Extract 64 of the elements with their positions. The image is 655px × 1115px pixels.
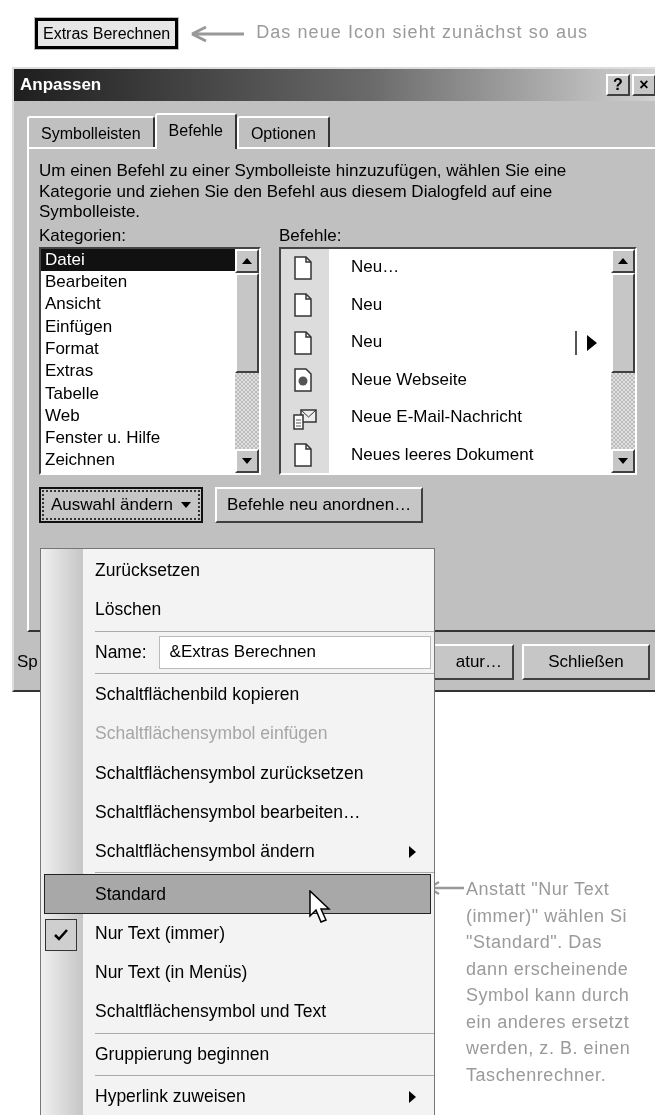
tab[interactable]: Optionen — [236, 116, 330, 148]
field-label: Name: — [95, 641, 147, 663]
list-label: Befehle: — [279, 226, 343, 247]
up-arrow-icon — [241, 256, 253, 265]
list-item[interactable]: Neu — [329, 332, 575, 353]
list-item[interactable]: Zeichnen — [41, 449, 235, 472]
submenu-arrow-icon — [409, 1090, 416, 1103]
menu-item[interactable]: Standard — [44, 874, 431, 914]
menu-item[interactable]: Zurücksetzen — [41, 551, 434, 591]
list-item[interactable]: Datei — [41, 248, 235, 272]
list-item[interactable]: Web — [41, 404, 235, 428]
menu-item[interactable]: Schaltflächensymbol und Text — [41, 992, 434, 1032]
checkbox[interactable] — [45, 918, 77, 951]
menu-item[interactable]: Schaltflächensymbol ändern — [41, 832, 434, 872]
menu-item[interactable]: Gruppierung beginnen — [41, 1034, 434, 1074]
list-item[interactable]: Neu… — [329, 257, 611, 278]
tab[interactable]: Befehle — [154, 113, 237, 150]
scrollbar[interactable] — [611, 248, 635, 473]
dropdown-button[interactable]: Auswahl ändern — [39, 486, 203, 524]
up-arrow-icon — [617, 256, 629, 265]
button[interactable]: Befehle neu anordnen… — [214, 486, 424, 524]
help-button[interactable]: ? — [606, 74, 630, 97]
menu-item[interactable]: Löschen — [41, 590, 434, 630]
list-label: Kategorien: — [39, 226, 127, 247]
list-item[interactable]: Einfügen — [41, 315, 235, 338]
list-item[interactable]: Ansicht — [41, 293, 235, 316]
scroll-down-button[interactable] — [611, 448, 635, 473]
tab[interactable]: Symbolleisten — [27, 116, 155, 148]
menu-item[interactable]: Schaltflächensymbol zurücksetzen — [41, 753, 434, 793]
list-item[interactable]: Fenster u. Hilfe — [41, 427, 235, 450]
down-arrow-icon — [241, 456, 253, 465]
scrollbar[interactable] — [235, 248, 259, 473]
scroll-up-button[interactable] — [235, 248, 259, 273]
name-field[interactable]: &Extras Berechnen — [158, 635, 431, 669]
scroll-up-button[interactable] — [611, 248, 635, 273]
scroll-down-button[interactable] — [235, 448, 259, 473]
list-item[interactable]: Extras — [41, 360, 235, 383]
list-item[interactable]: Format — [41, 337, 235, 361]
menu-item[interactable]: Schaltflächensymbol bearbeiten… — [41, 792, 434, 833]
list-item[interactable]: Neu — [329, 294, 611, 316]
submenu-arrow-icon — [587, 334, 597, 351]
checkmark-icon — [54, 928, 68, 941]
close-dialog-button[interactable]: Schließen — [522, 644, 650, 681]
down-arrow-icon — [617, 456, 629, 465]
cursor-icon — [309, 890, 331, 924]
list-item[interactable]: Neue Webseite — [329, 369, 611, 391]
menu-item[interactable]: Nur Text (in Menüs) — [41, 952, 434, 993]
list-item[interactable]: Neues leeres Dokument — [329, 444, 611, 466]
toolbar-button[interactable]: Extras Berechnen — [35, 18, 179, 50]
close-button[interactable]: × — [632, 74, 655, 97]
instruction-text: Um einen Befehl zu einer Symbolleiste hinzuzufügen, wählen Sie eine Kategorie und ziehen Sie den Befehl aus diesem Dialogfeld auf eine Symbolleiste. — [39, 161, 568, 223]
window-title: Anpassen — [20, 75, 103, 96]
scroll-thumb[interactable] — [611, 272, 635, 373]
menu-item[interactable]: Hyperlink zuweisen — [41, 1076, 434, 1115]
list-item[interactable]: Tabelle — [41, 382, 235, 405]
caret-icon — [180, 501, 191, 508]
list-item[interactable]: Bearbeiten — [41, 271, 235, 294]
annotation-text: Anstatt "Nur Text (immer)" wählen Si "Standard". Das dann erscheinende Symbol kann durch ein anderes ersetzt werden, z. B. einen Taschenrechner. — [466, 878, 631, 1087]
annotation-text: Das neue Icon sieht zunächst so aus — [256, 21, 589, 44]
menu-item[interactable]: Nur Text (immer) — [41, 913, 434, 953]
field-label: Sp — [17, 652, 38, 673]
scroll-thumb[interactable] — [235, 272, 259, 373]
submenu-arrow-icon — [409, 845, 416, 858]
list-item[interactable]: Neue E-Mail-Nachricht — [329, 407, 611, 428]
